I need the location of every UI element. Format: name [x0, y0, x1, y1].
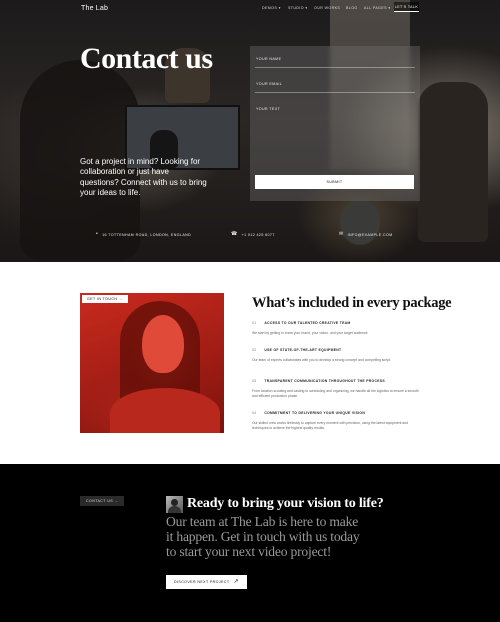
phone-text[interactable]: +1 012 425 6077 [242, 233, 275, 237]
lets-talk-button[interactable]: LET'S TALK [394, 2, 419, 12]
nav-item-all-pages[interactable]: ALL PAGES ▾ [364, 6, 391, 10]
cta-heading: Ready to bring your vision to life? [187, 496, 384, 511]
feature-description: Our team of experts collaborates with yo… [252, 358, 391, 362]
hero-studio-light [340, 200, 380, 245]
feature-number: 04 [252, 411, 257, 415]
package-title: What’s included in every package [252, 295, 452, 311]
email-text[interactable]: INFO@EXAMPLE.COM [348, 233, 393, 237]
feature-title: COMMITMENT TO DELIVERING YOUR UNIQUE VIS… [264, 411, 366, 415]
name-field-label[interactable]: YOUR NAME [256, 57, 281, 61]
phone-icon: ☎ [231, 231, 238, 237]
hero-cameraman-figure [418, 82, 488, 242]
nav-item-studio[interactable]: STUDIO ▾ [288, 6, 308, 10]
contact-email[interactable]: ✉ INFO@EXAMPLE.COM [339, 232, 393, 237]
hero-lead-text: Got a project in mind? Looking for colla… [80, 157, 207, 197]
feature-number: 01 [252, 321, 257, 325]
feature-description: Our skilled crew works tirelessly to cap… [252, 421, 409, 430]
submit-button[interactable]: SUBMIT [255, 175, 414, 189]
contact-phone[interactable]: ☎ +1 012 425 6077 [231, 232, 275, 237]
nav-item-blog[interactable]: BLOG [346, 6, 358, 10]
mail-icon: ✉ [339, 231, 344, 237]
nav-item-our-works[interactable]: OUR WORKS [314, 6, 340, 10]
hero-section: The Lab DEMOS ▾ STUDIO ▾ OUR WORKS BLOG … [0, 0, 500, 262]
site-logo[interactable]: The Lab [81, 5, 108, 12]
discover-button-label: DISCOVER NEXT PROJECT [174, 580, 230, 584]
avatar [166, 496, 183, 513]
email-field-label[interactable]: YOUR EMAIL [256, 82, 282, 86]
nav-item-demos[interactable]: DEMOS ▾ [262, 6, 281, 10]
contact-us-button[interactable]: CONTACT US → [80, 496, 125, 506]
cta-section: CONTACT US → Ready to bring your vision … [0, 464, 500, 622]
feature-number: 03 [252, 379, 257, 383]
feature-item: 02 USE OF STATE-OF-THE-ART EQUIPMENT Our … [252, 348, 422, 363]
address-text: 16 TOTTENHAM ROAD, LONDON, ENGLAND [102, 232, 192, 237]
feature-description: We start by getting to know your brand, … [252, 331, 369, 335]
feature-item: 04 COMMITMENT TO DELIVERING YOUR UNIQUE V… [252, 411, 422, 431]
package-section: GET IN TOUCH → What’s included in every … [0, 262, 500, 464]
name-field[interactable] [255, 67, 415, 68]
feature-description: From location scouting and casting to sc… [252, 389, 419, 398]
location-pin-icon: • [96, 231, 99, 237]
discover-next-project-button[interactable]: DISCOVER NEXT PROJECT ↗ [166, 575, 247, 589]
feature-item: 01 ACCESS TO OUR TALENTED CREATIVE TEAM W… [252, 321, 422, 336]
cta-body-text: Our team at The Lab is here to make it h… [166, 514, 360, 559]
page-title: Contact us [80, 42, 213, 75]
arrow-up-right-icon: ↗ [233, 579, 239, 585]
feature-title: TRANSPARENT COMMUNICATION THROUGHOUT THE… [264, 379, 385, 383]
text-field-label[interactable]: YOUR TEXT [256, 107, 280, 111]
feature-title: ACCESS TO OUR TALENTED CREATIVE TEAM [264, 321, 351, 325]
contact-address: • 16 TOTTENHAM ROAD, LONDON, ENGLAND [96, 232, 191, 237]
top-navigation: The Lab DEMOS ▾ STUDIO ▾ OUR WORKS BLOG … [0, 0, 500, 18]
feature-item: 03 TRANSPARENT COMMUNICATION THROUGHOUT T… [252, 379, 422, 399]
feature-title: USE OF STATE-OF-THE-ART EQUIPMENT [264, 348, 342, 352]
email-field[interactable] [255, 92, 415, 93]
get-in-touch-badge[interactable]: GET IN TOUCH → [82, 295, 128, 303]
package-portrait-image [80, 293, 224, 433]
feature-number: 02 [252, 348, 257, 352]
